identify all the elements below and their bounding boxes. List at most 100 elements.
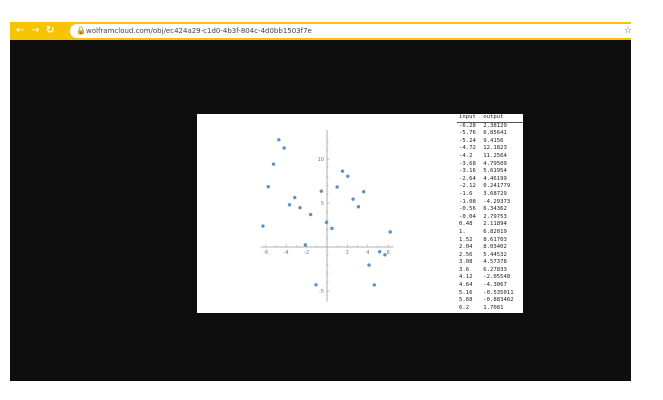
table-row: -3.16 5.61954: [457, 168, 523, 176]
output-cell: -0.883462: [483, 297, 514, 304]
data-point: [340, 169, 345, 173]
table-row: -2.12 0.241779: [457, 183, 523, 191]
output-cell: 8.03402: [483, 244, 507, 251]
output-cell: 6.82019: [483, 228, 507, 235]
input-cell: 1.: [459, 228, 466, 235]
input-cell: 4.12: [459, 274, 473, 281]
x-tick-label: 4: [366, 250, 369, 256]
input-cell: -6.28: [459, 122, 476, 129]
scatter-plot: -6 -4 -2 2 4 6 -5 5 10: [260, 129, 394, 302]
y-tick-label: 10: [318, 157, 324, 163]
table-row: 5.68 -0.883462: [457, 297, 523, 305]
url-text: wolframcloud.com/obj/ec424a29-c1d0-4b3f-…: [86, 27, 312, 35]
input-cell: -5.24: [459, 137, 476, 144]
table-row: -4.72 12.1823: [457, 145, 523, 153]
input-cell: -0.04: [459, 213, 476, 220]
table-row: -2.64 4.46199: [457, 176, 523, 184]
output-cell: 6.27833: [483, 266, 507, 273]
lock-icon: 🔒: [76, 26, 86, 35]
data-point: [287, 203, 292, 207]
x-tick-label: 2: [346, 250, 349, 256]
data-point: [298, 206, 302, 210]
table-row: 4.12 -2.05548: [457, 274, 523, 282]
output-cell: 1.7081: [483, 304, 504, 311]
table-row: -5.76 6.85641: [457, 130, 523, 138]
input-cell: 3.6: [459, 266, 470, 273]
input-cell: -0.56: [459, 206, 476, 213]
output-cell: 9.4156: [483, 137, 504, 144]
x-tick-label: -6: [263, 250, 268, 256]
output-cell: 12.1823: [483, 145, 507, 152]
data-point: [308, 212, 313, 217]
data-point: [362, 190, 366, 194]
table-row: 3.08 4.57378: [457, 259, 523, 267]
data-point: [266, 184, 270, 189]
data-point: [330, 226, 334, 231]
browser-toolbar: ← → ↻ 🔒 wolframcloud.com/obj/ec424a29-c1…: [10, 22, 638, 40]
output-cell: -4.3067: [483, 282, 507, 289]
input-column-header: input: [457, 114, 482, 123]
input-output-table: input output -6.28 2.38129 -5.76 6.85641 -5.…: [457, 114, 523, 312]
back-icon[interactable]: ←: [16, 22, 24, 40]
x-tick-label: -2: [304, 250, 309, 256]
data-point: [356, 205, 361, 209]
reload-icon[interactable]: ↻: [46, 22, 54, 40]
table-row: 6.2 1.7081: [457, 305, 523, 313]
forward-icon[interactable]: →: [31, 22, 39, 40]
input-cell: -4.2: [459, 152, 473, 159]
data-point: [388, 230, 392, 234]
data-point: [351, 197, 355, 201]
data-point: [372, 283, 377, 287]
input-cell: 2.56: [459, 251, 473, 258]
data-point: [319, 189, 323, 193]
output-cell: 2.11894: [483, 221, 507, 228]
output-cell: 8.61703: [483, 236, 507, 243]
x-tick-label: -4: [284, 250, 289, 256]
y-tick-label: -5: [319, 289, 324, 295]
input-cell: 4.64: [459, 282, 473, 289]
input-cell: 5.68: [459, 297, 473, 304]
data-point: [324, 220, 329, 225]
data-point: [277, 138, 281, 142]
address-bar[interactable]: 🔒 wolframcloud.com/obj/ec424a29-c1d0-4b3…: [70, 24, 638, 38]
input-cell: 1.52: [459, 236, 473, 243]
table-row: -1.6 3.68729: [457, 191, 523, 199]
x-tick-label: 6: [387, 250, 390, 256]
output-cell: 4.57378: [483, 259, 507, 266]
table-row: 2.04 8.03402: [457, 244, 523, 252]
output-cell: 3.68729: [483, 190, 507, 197]
data-point: [282, 146, 286, 150]
table-row: -1.08 -4.29373: [457, 199, 523, 207]
table-row: 1. 6.82019: [457, 229, 523, 237]
output-cell: -4.29373: [483, 198, 511, 205]
data-point: [346, 174, 350, 179]
table-row: 5.16 -0.535011: [457, 290, 523, 298]
input-cell: -1.6: [459, 190, 473, 197]
input-cell: -1.08: [459, 198, 476, 205]
input-cell: 0.48: [459, 221, 473, 228]
output-cell: -2.05548: [483, 274, 511, 281]
input-cell: 6.2: [459, 304, 470, 311]
table-row: 3.6 6.27833: [457, 267, 523, 275]
table-row: 0.48 2.11894: [457, 221, 523, 229]
output-column-header: output: [481, 114, 523, 123]
output-cell: 5.61954: [483, 168, 507, 175]
output-cell: 0.241779: [483, 183, 511, 190]
table-row: -6.28 2.38129: [457, 122, 523, 130]
output-cell: 6.34362: [483, 206, 507, 213]
table-row: 2.56 5.44532: [457, 252, 523, 260]
data-point: [314, 283, 318, 287]
bookmark-star-icon[interactable]: ☆: [624, 24, 632, 38]
output-cell: 2.79753: [483, 213, 507, 220]
input-cell: -2.12: [459, 183, 476, 190]
input-cell: 5.16: [459, 289, 473, 296]
table-row: -0.56 6.34362: [457, 206, 523, 214]
table-header-row: input output: [457, 114, 523, 123]
data-point: [303, 243, 308, 247]
input-cell: -3.16: [459, 168, 476, 175]
input-cell: -2.64: [459, 175, 476, 182]
output-cell: 5.44532: [483, 251, 507, 258]
input-cell: -4.72: [459, 145, 476, 152]
input-cell: 3.08: [459, 259, 473, 266]
output-cell: 2.38129: [483, 122, 507, 129]
